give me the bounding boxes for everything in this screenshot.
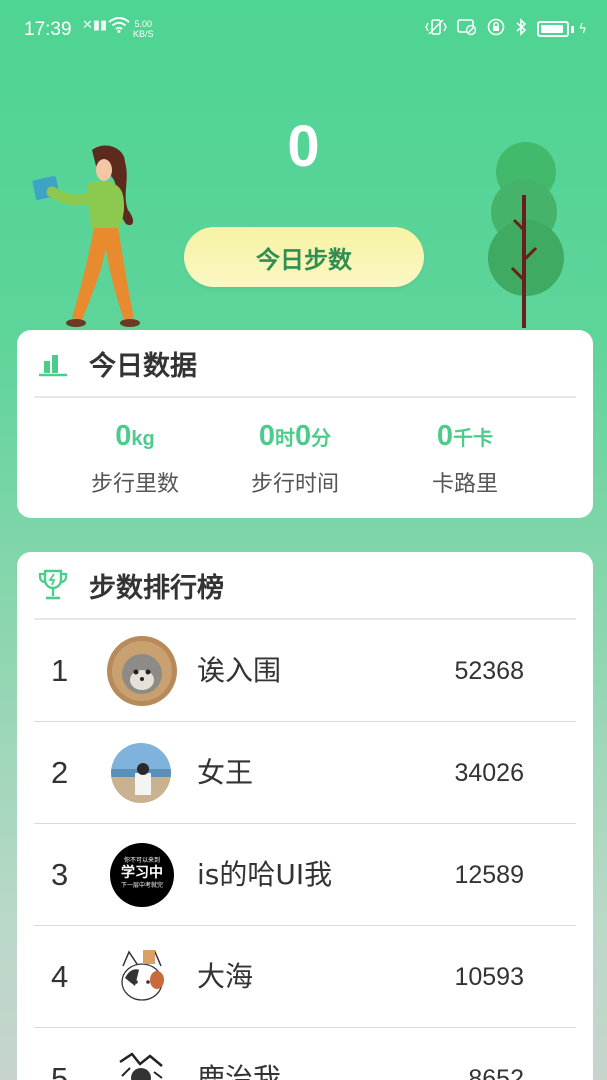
rank-name: 女王 — [197, 756, 254, 789]
rank-steps: 10593 — [454, 963, 524, 991]
avatar-cat-sketch[interactable] — [109, 944, 175, 1010]
bluetooth-icon — [515, 18, 527, 40]
leaderboard-row[interactable]: 2 女王 34026 — [34, 722, 576, 824]
rank-number: 3 — [51, 857, 69, 892]
stat-duration-hours-unit: 时 — [275, 428, 295, 450]
stat-duration: 0时0分 步行时间 — [235, 420, 355, 498]
stat-distance: 0kg 步行里数 — [75, 420, 195, 498]
net-speed-value: 5.00 — [134, 19, 153, 29]
stat-duration-label: 步行时间 — [250, 472, 339, 497]
tree-illustration — [484, 140, 570, 330]
stat-calories: 0千卡 卡路里 — [405, 420, 525, 498]
rank-number: 4 — [51, 959, 69, 994]
stat-distance-number: 0 — [115, 420, 132, 452]
today-data-divider — [34, 396, 576, 398]
stat-calories-value: 0千卡 — [405, 420, 525, 460]
stat-distance-label: 步行里数 — [90, 472, 179, 497]
leaderboard-header: 步数排行榜 — [17, 552, 593, 618]
rank-number: 2 — [51, 755, 69, 790]
wifi-icon — [108, 17, 130, 37]
avatar-text-bottom: 下一层中考就完 — [120, 882, 163, 889]
today-data-card: 今日数据 0kg 步行里数 0时0分 步行时间 0千卡 卡路里 — [17, 330, 593, 518]
no-disturb-icon — [457, 18, 477, 40]
stat-calories-number: 0 — [436, 420, 454, 452]
avatar-studying-badge[interactable]: 你不可以来到 学习中 下一层中考就完 — [110, 843, 174, 907]
stat-calories-unit: 千卡 — [453, 428, 494, 450]
leaderboard-row[interactable]: 3 你不可以来到 学习中 下一层中考就完 is的哈UI我 12589 — [34, 824, 576, 926]
leaderboard-row[interactable]: 1 诶入围 52368 — [34, 620, 576, 722]
stat-distance-unit: kg — [131, 428, 155, 450]
today-data-header: 今日数据 — [17, 330, 593, 396]
rank-steps: 12589 — [454, 861, 524, 889]
status-bar: 17:39 ✕▮▮ 5.00 KB/S ϟ — [0, 0, 607, 62]
rank-steps: 8652 — [468, 1065, 524, 1080]
today-steps-button[interactable]: 今日步数 — [184, 227, 424, 287]
net-speed: 5.00 KB/S — [133, 19, 154, 39]
net-speed-unit: KB/S — [133, 29, 154, 39]
avatar-text-main: 学习中 — [121, 865, 163, 881]
rank-name: is的哈UI我 — [197, 858, 333, 891]
battery-tip — [571, 25, 575, 33]
stat-distance-value: 0kg — [75, 420, 195, 460]
rank-name: 鹿治我 — [197, 1062, 282, 1080]
leaderboard-row[interactable]: 4 大海 10593 — [34, 926, 576, 1028]
battery-icon — [537, 21, 570, 37]
stat-duration-value: 0时0分 — [235, 420, 355, 460]
rank-name: 诶入围 — [197, 654, 282, 687]
stat-calories-label: 卡路里 — [431, 472, 498, 497]
charging-icon: ϟ — [578, 21, 587, 37]
avatar-beach-person[interactable] — [111, 743, 171, 803]
rank-steps: 34026 — [454, 759, 524, 787]
leaderboard-card: 步数排行榜 1 诶入围 52368 2 女王 34026 3 你不可以来到 学习… — [17, 552, 593, 1080]
lock-rotation-icon — [487, 18, 505, 40]
rank-number: 1 — [51, 653, 69, 688]
leaderboard-row[interactable]: 5 鹿治我 8652 — [34, 1028, 576, 1080]
stat-duration-minutes-unit: 分 — [311, 428, 332, 450]
trophy-icon — [37, 569, 69, 601]
avatar-hedgehog[interactable] — [107, 636, 177, 706]
rank-steps: 52368 — [454, 657, 524, 685]
bar-chart-icon — [37, 347, 69, 379]
rank-number: 5 — [51, 1061, 69, 1080]
status-time: 17:39 — [24, 19, 72, 40]
stat-duration-minutes: 0 — [295, 420, 312, 452]
avatar-ink-sketch[interactable] — [110, 1048, 172, 1080]
today-data-title: 今日数据 — [89, 350, 197, 382]
avatar-text-top: 你不可以来到 — [123, 857, 160, 864]
vibrate-icon — [425, 18, 448, 40]
stat-duration-hours: 0 — [258, 420, 275, 452]
leaderboard-title: 步数排行榜 — [89, 572, 224, 604]
status-icons: ϟ — [425, 18, 587, 40]
girl-reading-illustration — [30, 140, 160, 335]
rank-name: 大海 — [197, 960, 254, 993]
signal-icon: ✕▮▮ — [82, 18, 108, 33]
